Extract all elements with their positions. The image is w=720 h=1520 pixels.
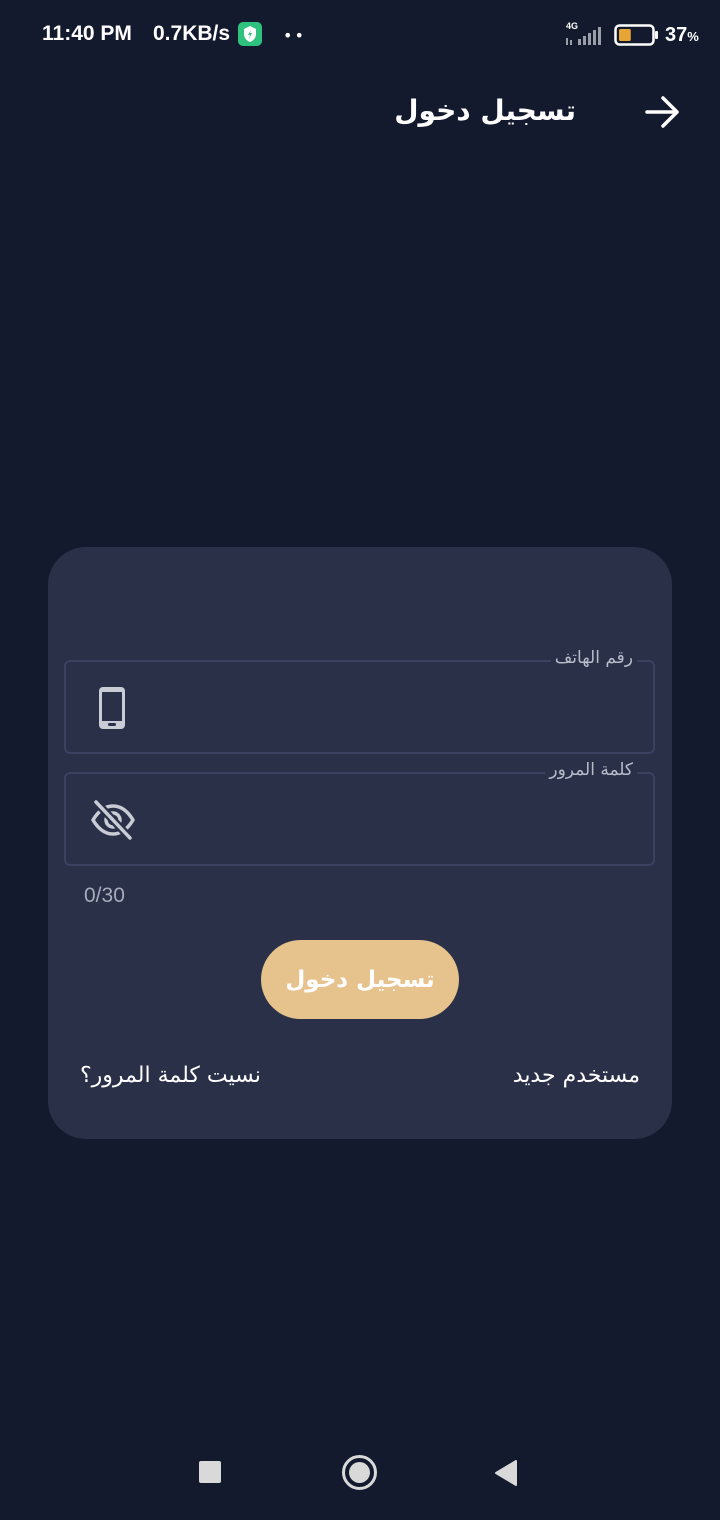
status-bar: 11:40 PM 0.7KB/s •• 4G 37% (0, 0, 720, 70)
arrow-right-icon[interactable] (642, 92, 684, 132)
notification-dots: •• (283, 26, 306, 45)
recent-apps-button[interactable] (199, 1461, 221, 1483)
battery-icon (614, 24, 658, 46)
phone-field[interactable]: رقم الهاتف (64, 648, 655, 754)
password-char-counter: 0/30 (84, 884, 125, 907)
phone-field-label: رقم الهاتف (550, 648, 637, 668)
login-card: رقم الهاتف كلمة المرور 0/30 تسجيل دخول ن… (48, 547, 672, 1139)
status-time: 11:40 PM (42, 22, 132, 45)
phone-input[interactable] (166, 686, 637, 730)
new-user-link[interactable]: مستخدم جديد (513, 1063, 640, 1088)
battery-percent: 37% (665, 24, 699, 46)
password-field-label: كلمة المرور (545, 760, 637, 780)
shield-icon (238, 22, 262, 46)
page-title: تسجيل دخول (394, 94, 576, 127)
password-field[interactable]: كلمة المرور (64, 760, 655, 866)
signal-icon: 4G (566, 21, 601, 45)
password-input[interactable] (166, 798, 637, 842)
home-button[interactable] (342, 1455, 377, 1490)
login-button[interactable]: تسجيل دخول (261, 940, 459, 1019)
triangle-back-icon[interactable] (494, 1459, 518, 1487)
forgot-password-link[interactable]: نسيت كلمة المرور؟ (80, 1063, 261, 1088)
smartphone-icon (99, 687, 125, 729)
eye-off-icon[interactable] (90, 798, 136, 842)
status-net-speed: 0.7KB/s (153, 22, 231, 45)
network-type: 4G (566, 21, 578, 31)
